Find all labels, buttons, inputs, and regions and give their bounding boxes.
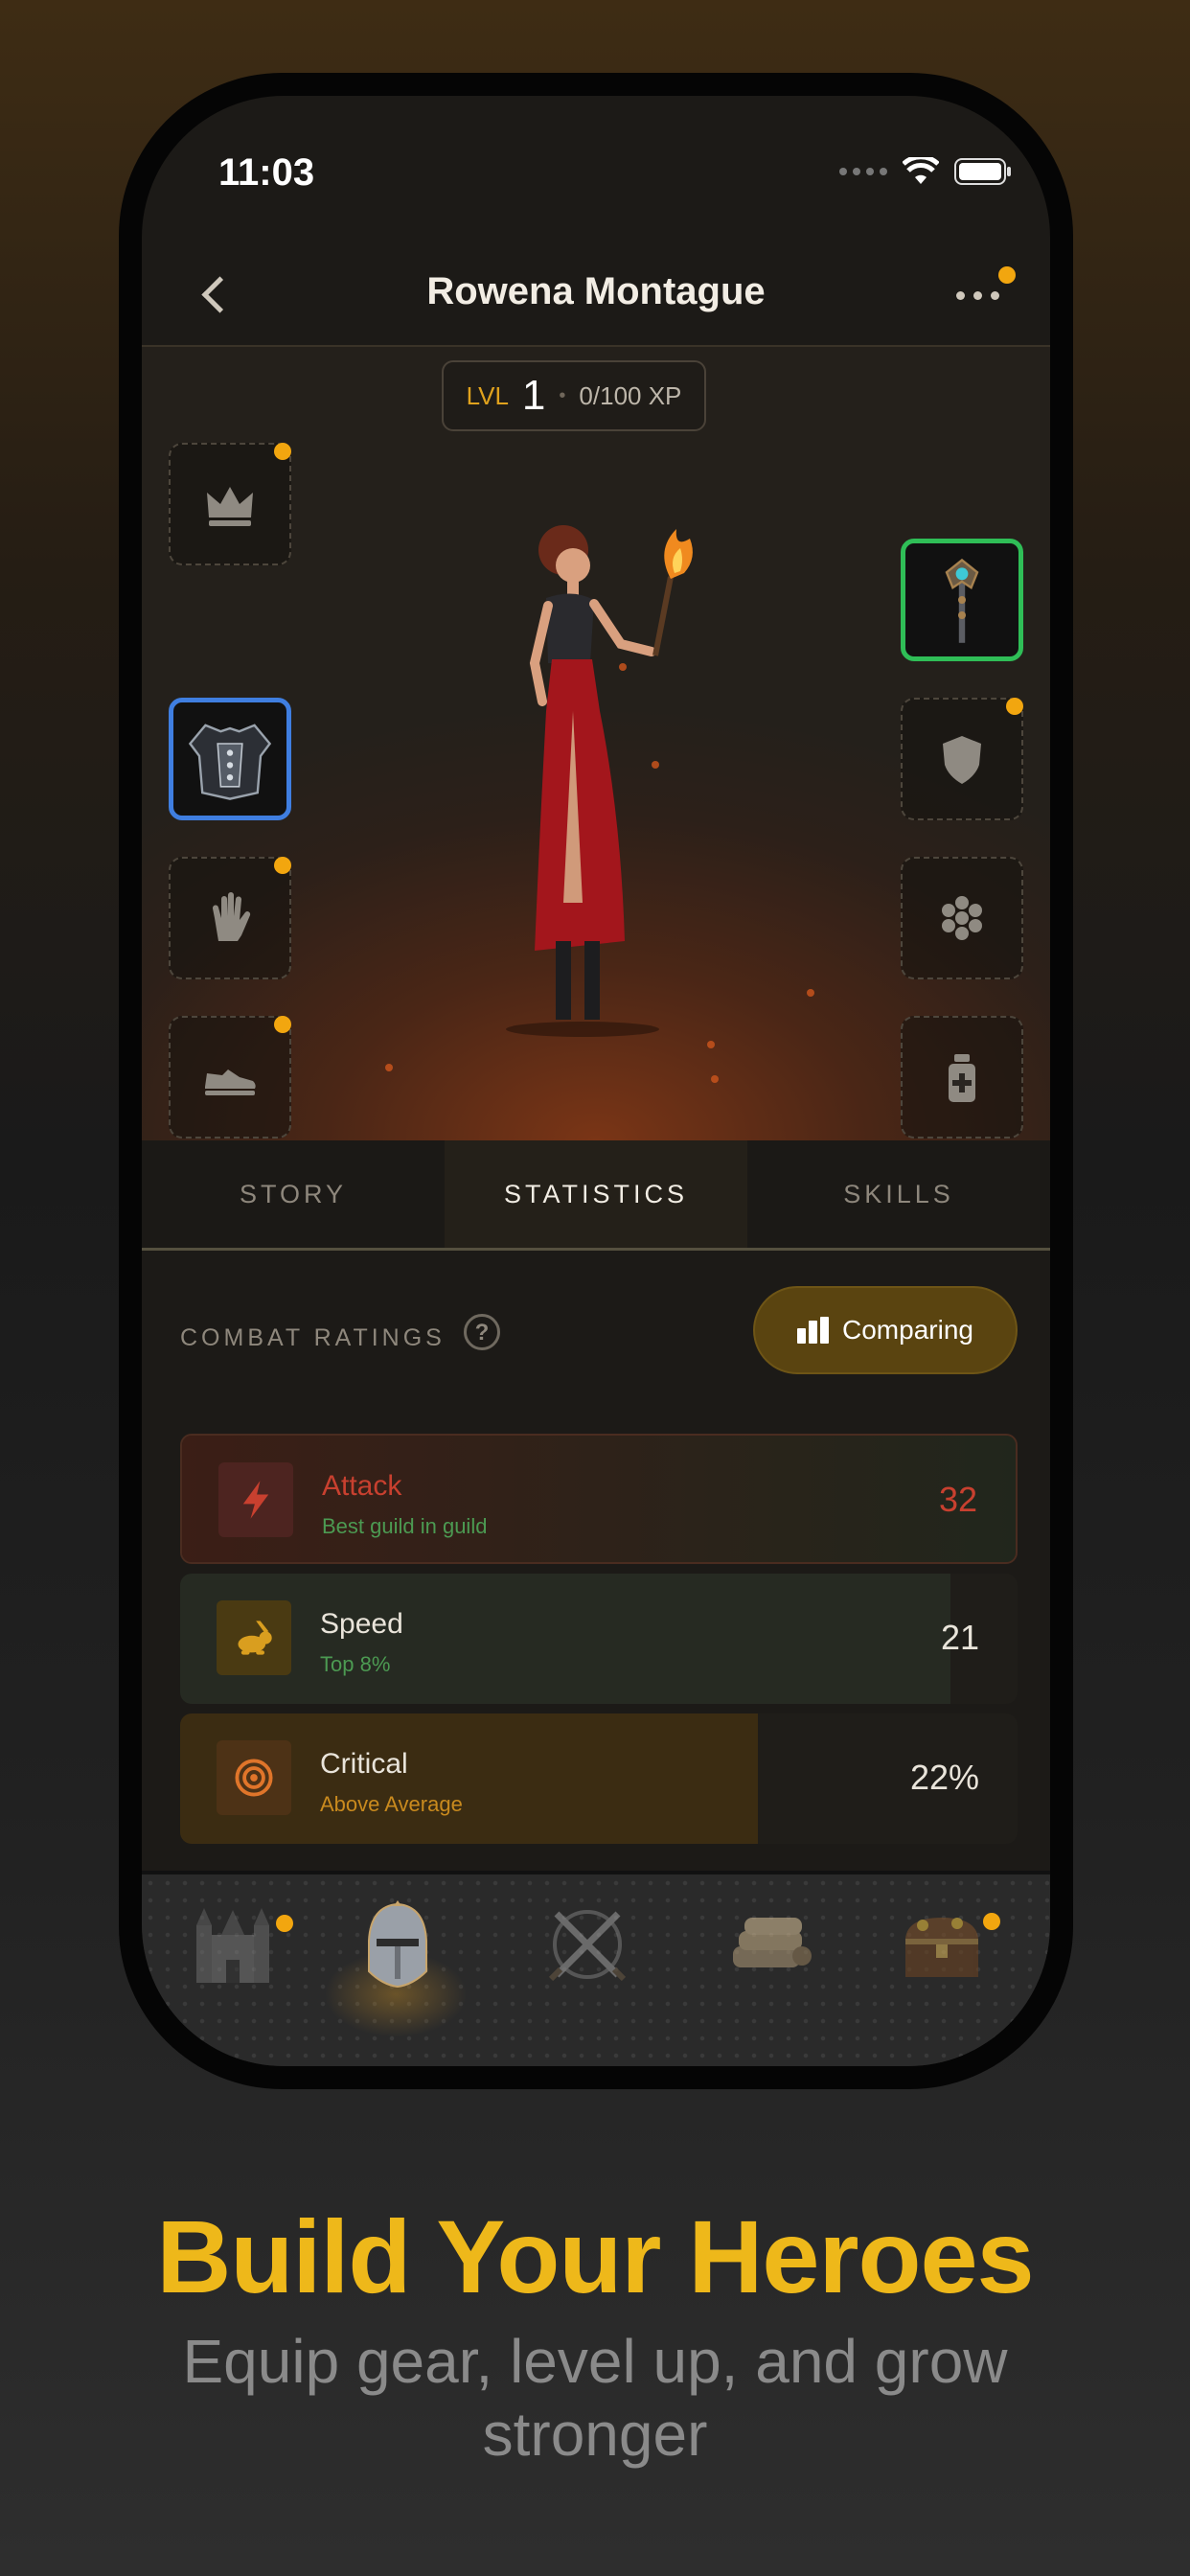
ember-particle xyxy=(652,761,659,769)
slot-offhand[interactable] xyxy=(901,698,1023,820)
slot-consumable[interactable] xyxy=(901,1016,1023,1138)
level-badge: LVL 1 • 0/100 XP xyxy=(442,360,706,431)
ring-cluster-icon xyxy=(942,896,982,940)
nav-quests[interactable] xyxy=(717,1892,822,1997)
stat-fill-bar xyxy=(182,1436,1016,1562)
stat-value: 32 xyxy=(938,1480,977,1519)
notification-dot xyxy=(274,443,291,460)
slot-head[interactable] xyxy=(169,443,291,565)
notification-dot xyxy=(998,266,1016,284)
phone-frame: 11:03 Rowena Montague LVL 1 • 0/100 XP S… xyxy=(119,73,1073,2089)
castle-icon xyxy=(196,1908,269,1983)
level-separator: • xyxy=(559,384,566,406)
shield-icon xyxy=(943,736,981,784)
combat-stats-list: Attack Best guild in guild 32 Speed Top … xyxy=(180,1434,1018,1857)
tab-skills[interactable]: SKILLS xyxy=(747,1140,1050,1248)
comparing-button[interactable]: Comparing xyxy=(753,1286,1018,1374)
hero-name: Rowena Montague xyxy=(426,270,766,312)
stat-row-attack[interactable]: Attack Best guild in guild 32 xyxy=(180,1434,1018,1564)
battery-icon xyxy=(954,158,1011,185)
crown-icon xyxy=(207,487,253,526)
level-label: LVL xyxy=(466,380,509,410)
marketing-headline: Build Your Heroes xyxy=(156,2198,1034,2314)
stat-name: Attack xyxy=(322,1470,402,1502)
stat-icon-box xyxy=(217,1600,291,1675)
target-icon xyxy=(235,1759,273,1797)
notification-dot xyxy=(1006,698,1023,715)
notification-dot xyxy=(983,1913,1000,1930)
staff-icon xyxy=(945,558,979,643)
bottom-tab-bar xyxy=(142,1871,1050,2066)
ember-particle xyxy=(619,663,627,671)
app-screen: 11:03 Rowena Montague LVL 1 • 0/100 XP S… xyxy=(142,96,1050,2066)
slot-hands[interactable] xyxy=(169,857,291,979)
nav-heroes[interactable] xyxy=(345,1892,450,1997)
combat-ratings-heading: COMBAT RATINGS xyxy=(180,1324,446,1351)
stat-row-speed[interactable]: Speed Top 8% 21 xyxy=(180,1574,1018,1704)
knight-helmet-icon xyxy=(368,1900,427,1989)
nav-battle[interactable] xyxy=(535,1892,640,1997)
ember-particle xyxy=(385,1064,393,1071)
stat-row-critical[interactable]: Critical Above Average 22% xyxy=(180,1714,1018,1844)
stat-name: Critical xyxy=(320,1748,408,1780)
potion-icon xyxy=(949,1054,975,1102)
notification-dot xyxy=(274,1016,291,1033)
lightning-icon xyxy=(242,1481,269,1519)
treasure-chest-icon xyxy=(905,1918,978,1977)
stat-subtitle: Best guild in guild xyxy=(322,1514,488,1538)
stat-value: 21 xyxy=(940,1618,979,1657)
chest-armor-icon xyxy=(188,724,272,800)
status-time: 11:03 xyxy=(218,151,315,194)
more-options-button[interactable] xyxy=(954,266,1016,309)
bar-chart-icon xyxy=(797,1317,830,1344)
stat-icon-box xyxy=(218,1462,293,1537)
nav-castle[interactable] xyxy=(180,1892,293,1997)
ember-particle xyxy=(711,1075,719,1083)
level-value: 1 xyxy=(521,372,546,419)
xp-progress: 0/100 XP xyxy=(579,380,682,410)
hero-equipment-area: LVL 1 • 0/100 XP xyxy=(142,347,1050,1179)
stat-subtitle: Top 8% xyxy=(320,1652,391,1676)
tab-statistics[interactable]: STATISTICS xyxy=(445,1140,747,1248)
top-nav-bar: Rowena Montague xyxy=(142,249,1050,347)
ember-particle xyxy=(807,989,814,997)
slot-weapon[interactable] xyxy=(901,539,1023,661)
slot-accessory[interactable] xyxy=(901,857,1023,979)
nav-treasure[interactable] xyxy=(889,1892,1000,1997)
ember-particle xyxy=(707,1041,715,1048)
stat-name: Speed xyxy=(320,1608,403,1640)
hero-character-illustration xyxy=(506,525,693,1037)
comparing-label: Comparing xyxy=(842,1315,973,1345)
boot-icon xyxy=(205,1070,256,1095)
notification-dot xyxy=(276,1915,293,1932)
marketing-subline: Equip gear, level up, and grow stronger xyxy=(182,2327,1008,2469)
hero-tabs: STORY STATISTICS SKILLS xyxy=(142,1140,1050,1251)
glove-icon xyxy=(212,892,251,941)
tab-story[interactable]: STORY xyxy=(142,1140,445,1248)
slot-feet[interactable] xyxy=(169,1016,291,1138)
scrolls-icon xyxy=(733,1918,812,1967)
wifi-icon xyxy=(903,157,939,184)
status-icons xyxy=(839,157,1011,186)
stat-subtitle: Above Average xyxy=(320,1792,463,1816)
stat-icon-box xyxy=(217,1740,291,1815)
signal-icon xyxy=(839,168,887,175)
stat-value: 22% xyxy=(909,1758,979,1797)
crossed-swords-icon xyxy=(548,1910,627,1982)
help-icon[interactable]: ? xyxy=(464,1314,500,1350)
slot-chest[interactable] xyxy=(169,698,291,820)
notification-dot xyxy=(274,857,291,874)
rabbit-icon xyxy=(238,1621,272,1655)
stat-fill-bar xyxy=(180,1574,951,1704)
